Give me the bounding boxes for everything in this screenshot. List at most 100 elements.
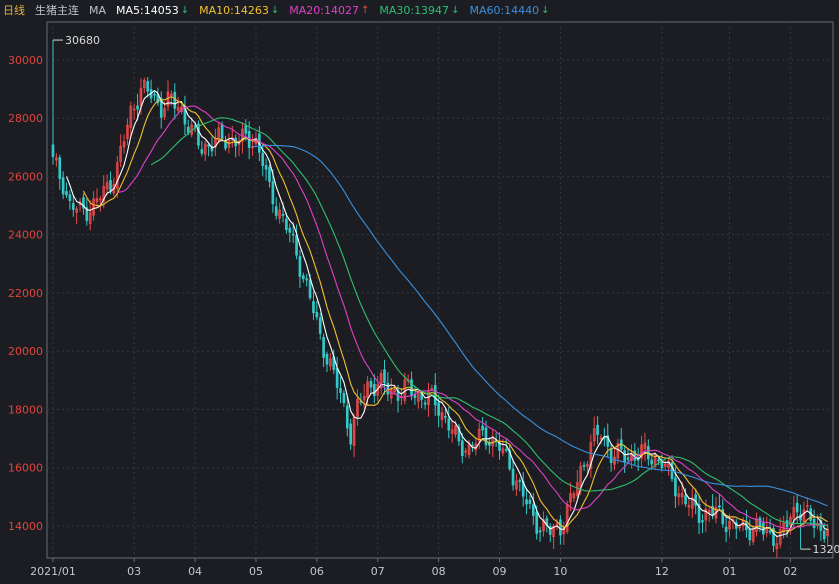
x-tick-label: 03 (127, 565, 141, 578)
x-tick-label: 04 (188, 565, 202, 578)
candle-body (559, 519, 562, 536)
candle-body (460, 440, 464, 456)
candle-body (285, 218, 288, 230)
candle-body (582, 464, 586, 467)
candle-body (342, 392, 346, 404)
candle-body (345, 405, 349, 429)
x-tick-label: 08 (432, 565, 446, 578)
candle-body (484, 427, 488, 446)
candle-body (51, 144, 55, 157)
candle-body (413, 394, 417, 399)
x-tick-label: 12 (655, 565, 669, 578)
candle-body (748, 529, 752, 541)
x-tick-label: 2021/01 (30, 565, 76, 578)
ma20-line (117, 105, 828, 530)
min-price-label: 13205 (813, 543, 839, 556)
y-tick-label: 22000 (8, 287, 43, 300)
candle-body (65, 191, 68, 196)
candle-body (339, 388, 342, 393)
candle-body (173, 91, 177, 109)
ma30-line (150, 117, 828, 527)
candle-body (298, 256, 302, 277)
candle-body (785, 520, 789, 528)
candle-body (511, 468, 515, 486)
y-tick-label: 14000 (8, 520, 43, 533)
candle-body (61, 177, 65, 195)
candle-body (295, 235, 298, 256)
candle-body (271, 181, 275, 205)
candle-body (349, 423, 352, 445)
candle-body (437, 402, 440, 416)
y-tick-label: 24000 (8, 229, 43, 242)
candle-body (718, 505, 721, 508)
candle-body (325, 353, 329, 365)
candle-body (535, 511, 539, 534)
candle-body (674, 477, 677, 497)
y-tick-label: 30000 (8, 54, 43, 67)
x-tick-label: 01 (723, 565, 737, 578)
candle-body (281, 213, 285, 216)
candle-body (701, 520, 704, 523)
y-tick-label: 18000 (8, 403, 43, 416)
candle-body (518, 480, 522, 482)
candle-body (373, 383, 376, 396)
candle-body (596, 424, 599, 435)
candle-body (136, 105, 139, 110)
ma5-line (65, 89, 828, 538)
candle-body (623, 450, 626, 463)
candle-body (71, 203, 75, 210)
y-tick-label: 28000 (8, 112, 43, 125)
x-tick-label: 10 (553, 565, 567, 578)
kline-chart-window: 日线 生猪主连 MA MA5:14053 ↓ MA10:14263 ↓ MA20:1… (0, 0, 839, 584)
candle-body (305, 278, 309, 281)
candle-body (264, 165, 268, 170)
candle-body (335, 367, 339, 388)
candle-body (684, 495, 687, 505)
candle-body (197, 123, 200, 146)
price-chart[interactable]: 14000 16000 18000 20000 22000 24000 26000 28000… (0, 0, 839, 584)
candle-body (322, 337, 325, 358)
x-tick-label: 06 (310, 565, 324, 578)
x-tick-label: 05 (249, 565, 263, 578)
candle-body (768, 530, 772, 533)
candle-body (444, 415, 447, 418)
candle-body (268, 166, 271, 182)
candle-body (528, 499, 532, 504)
x-tick-label: 09 (493, 565, 507, 578)
candle-body (186, 126, 190, 133)
candle-body (68, 194, 72, 201)
candle-body (423, 402, 427, 405)
candle-body (795, 502, 799, 513)
candle-body (609, 448, 613, 463)
candle-body (308, 279, 312, 299)
candle-body (58, 157, 62, 179)
candle-body (146, 81, 150, 92)
candle-body (109, 180, 112, 191)
candle-body (301, 275, 305, 280)
candle-body (153, 93, 156, 96)
x-tick-label: 02 (783, 565, 797, 578)
y-tick-label: 16000 (8, 462, 43, 475)
candle-body (694, 494, 698, 506)
y-tick-label: 26000 (8, 170, 43, 183)
candle-body (386, 382, 390, 395)
candle-body (369, 380, 373, 388)
candle-body (481, 425, 484, 431)
candle-body (200, 149, 204, 154)
candle-body (724, 526, 728, 533)
candle-body (504, 448, 508, 451)
candle-body (383, 369, 386, 384)
y-tick-label: 20000 (8, 345, 43, 358)
candle-body (318, 317, 322, 334)
candle-body (626, 457, 630, 460)
candle-body (532, 504, 535, 516)
candle-body (288, 227, 292, 233)
candle-body (193, 125, 197, 128)
candle-body (220, 124, 224, 139)
x-tick-label: 07 (371, 565, 385, 578)
candle-body (447, 418, 451, 431)
candle-body (525, 499, 528, 505)
candle-body (244, 125, 248, 134)
candle-body (315, 311, 319, 318)
candle-body (312, 301, 315, 314)
